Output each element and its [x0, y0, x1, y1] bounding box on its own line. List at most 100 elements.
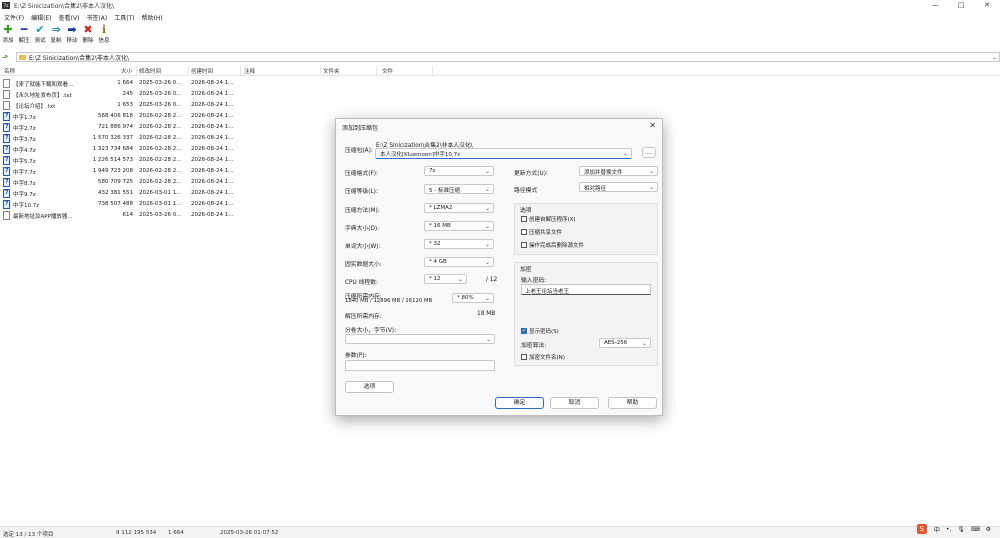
file-created: 2026-08-24 1... — [191, 80, 234, 86]
file-modified: 2026-03-01 1... — [139, 201, 182, 207]
options-button[interactable]: 选项 — [345, 381, 394, 393]
close-button[interactable]: ✕ — [974, 0, 1000, 11]
file-list-header: 名称 大小 修改时间 创建时间 注释 文件夹 文件 — [0, 66, 1000, 76]
dialog-close-icon[interactable]: ✕ — [649, 121, 656, 130]
update-select[interactable]: 添加并替换文件 ⌄ — [579, 166, 658, 176]
address-input[interactable]: E:\Z Sinicization\合集2\非本人汉化\ ⌄ — [16, 52, 1000, 62]
toolbar-copy-button[interactable]: ⇒ 复制 — [48, 23, 64, 47]
col-modified[interactable]: 修改时间 — [139, 67, 161, 75]
format-select[interactable]: 7z ⌄ — [424, 166, 494, 176]
word-select[interactable]: * 32 ⌄ — [424, 239, 494, 249]
punctuation-icon[interactable]: •, — [946, 526, 951, 533]
dict-label: 字典大小(D): — [345, 226, 380, 232]
password-value: 上老王论坛当老王 — [525, 289, 570, 295]
archive-name-input[interactable]: 本人汉化[Kluemoon]中字10.7z ⌄ — [375, 148, 632, 159]
settings-icon[interactable]: ⚙ — [986, 526, 991, 533]
file-name: 中字10.7z — [13, 203, 40, 209]
shared-label: 压缩共享文件 — [529, 230, 563, 236]
file-created: 2026-08-24 1... — [191, 212, 234, 218]
menu-tools[interactable]: 工具(T) — [114, 13, 134, 22]
checkbox-box — [521, 242, 527, 248]
split-select[interactable]: ⌄ — [345, 334, 495, 344]
file-size: 1 323 734 684 — [92, 146, 133, 152]
toolbar-delete-button[interactable]: ✖ 删除 — [80, 23, 96, 47]
file-created: 2026-08-24 1... — [191, 190, 234, 196]
text-file-icon — [3, 101, 10, 110]
file-row[interactable]: 【来了就能下载和观看... 1 664 2025-03-26 0... 2026-08… — [0, 78, 1000, 89]
menu-help[interactable]: 帮助(H) — [142, 13, 163, 22]
chevron-down-icon: ⌄ — [484, 205, 490, 212]
shared-checkbox[interactable]: 压缩共享文件 — [521, 228, 562, 236]
password-input[interactable]: 上老王论坛当老王 — [521, 284, 651, 295]
level-select[interactable]: 5 - 标准压缩 ⌄ — [424, 184, 494, 194]
col-folders[interactable]: 文件夹 — [323, 67, 340, 75]
archive-file-icon — [3, 156, 10, 165]
archive-file-icon — [3, 167, 10, 176]
file-name: 中字2.7z — [13, 126, 36, 132]
up-folder-icon[interactable]: ⬏ — [0, 53, 10, 62]
level-label: 压缩等级(L): — [345, 189, 378, 195]
enc-method-select[interactable]: AES-256 ⌄ — [599, 338, 651, 348]
word-value: * 32 — [429, 241, 441, 247]
col-files[interactable]: 文件 — [382, 67, 393, 75]
keyboard-icon[interactable]: ⌨ — [971, 526, 980, 533]
encrypt-names-label: 加密文件名(N) — [529, 355, 565, 361]
status-time: 2025-03-26 01:07:52 — [220, 530, 279, 536]
ime-sogou-icon[interactable]: S — [916, 524, 927, 534]
ime-chinese-icon[interactable]: 中 — [934, 525, 940, 534]
browse-button[interactable]: ... — [642, 147, 656, 158]
archive-label: 压缩包(A): — [345, 148, 373, 154]
add-icon: ✚ — [3, 23, 13, 36]
col-created[interactable]: 创建时间 — [191, 67, 213, 75]
menu-file[interactable]: 文件(F) — [4, 13, 24, 22]
file-created: 2026-08-24 1... — [191, 135, 234, 141]
col-size[interactable]: 大小 — [121, 67, 132, 75]
chevron-down-icon: ⌄ — [648, 184, 654, 191]
cancel-button[interactable]: 取消 — [550, 397, 599, 409]
menu-bookmarks[interactable]: 书签(A) — [86, 13, 107, 22]
file-row[interactable]: 【论坛介绍】.txt 1 653 2025-03-26 0... 2026-08-24… — [0, 100, 1000, 111]
file-row[interactable]: 【永久地址发布页】.txt 245 2025-03-26 0... 2026-08-2… — [0, 89, 1000, 100]
title-bar: 7z E:\Z Sinicization\合集2\非本人汉化\ — □ ✕ — [0, 0, 1000, 11]
dict-value: * 16 MB — [429, 223, 451, 229]
help-button[interactable]: 帮助 — [608, 397, 657, 409]
split-label: 分卷大小，字节(V): — [345, 328, 397, 334]
chevron-down-icon[interactable]: ⌄ — [992, 54, 997, 61]
sfx-checkbox[interactable]: 创建自解压程序(X) — [521, 215, 576, 223]
archive-file-icon — [3, 145, 10, 154]
toolbar-extract-button[interactable]: ━ 解压 — [16, 23, 32, 47]
encrypt-names-checkbox[interactable]: 加密文件名(N) — [521, 353, 565, 361]
solid-select[interactable]: * 4 GB ⌄ — [424, 257, 494, 267]
word-label: 单词大小(W): — [345, 244, 381, 250]
col-comment[interactable]: 注释 — [244, 67, 255, 75]
menu-edit[interactable]: 编辑(E) — [31, 13, 51, 22]
decomp-value: 18 MB — [477, 311, 496, 317]
col-name[interactable]: 名称 — [4, 67, 15, 75]
microphone-icon[interactable]: 🎙 — [957, 526, 965, 533]
text-file-icon — [3, 79, 10, 88]
cpu-select[interactable]: * 12 ⌄ — [424, 274, 467, 284]
window-title: E:\Z Sinicization\合集2\非本人汉化\ — [14, 3, 114, 10]
params-input[interactable] — [345, 360, 495, 371]
path-select[interactable]: 相对路径 ⌄ — [579, 182, 658, 192]
toolbar-info-button[interactable]: ℹ 信息 — [96, 23, 112, 47]
menu-view[interactable]: 查看(V) — [59, 13, 80, 22]
minimize-button[interactable]: — — [922, 0, 948, 11]
delete-checkbox[interactable]: 操作完成后删除源文件 — [521, 241, 584, 249]
chevron-down-icon: ⌄ — [484, 259, 490, 266]
ok-button[interactable]: 确定 — [495, 397, 544, 409]
show-password-checkbox[interactable]: ✓ 显示密码(S) — [521, 327, 559, 335]
toolbar-test-button[interactable]: ✔ 测试 — [32, 23, 48, 47]
format-label: 压缩格式(F): — [345, 171, 378, 177]
method-select[interactable]: * LZMA2 ⌄ — [424, 203, 494, 213]
toolbar-add-button[interactable]: ✚ 添加 — [0, 23, 16, 47]
chevron-down-icon[interactable]: ⌄ — [623, 150, 628, 157]
mem-select[interactable]: * 80% ⌄ — [452, 293, 494, 303]
address-path: E:\Z Sinicization\合集2\非本人汉化\ — [29, 54, 129, 62]
maximize-button[interactable]: □ — [948, 0, 974, 11]
file-name: 中字5.7z — [13, 159, 36, 165]
chevron-down-icon: ⌄ — [648, 168, 654, 175]
params-label: 参数(P): — [345, 353, 367, 359]
dict-select[interactable]: * 16 MB ⌄ — [424, 221, 494, 231]
toolbar-move-button[interactable]: ➡ 移动 — [64, 23, 80, 47]
